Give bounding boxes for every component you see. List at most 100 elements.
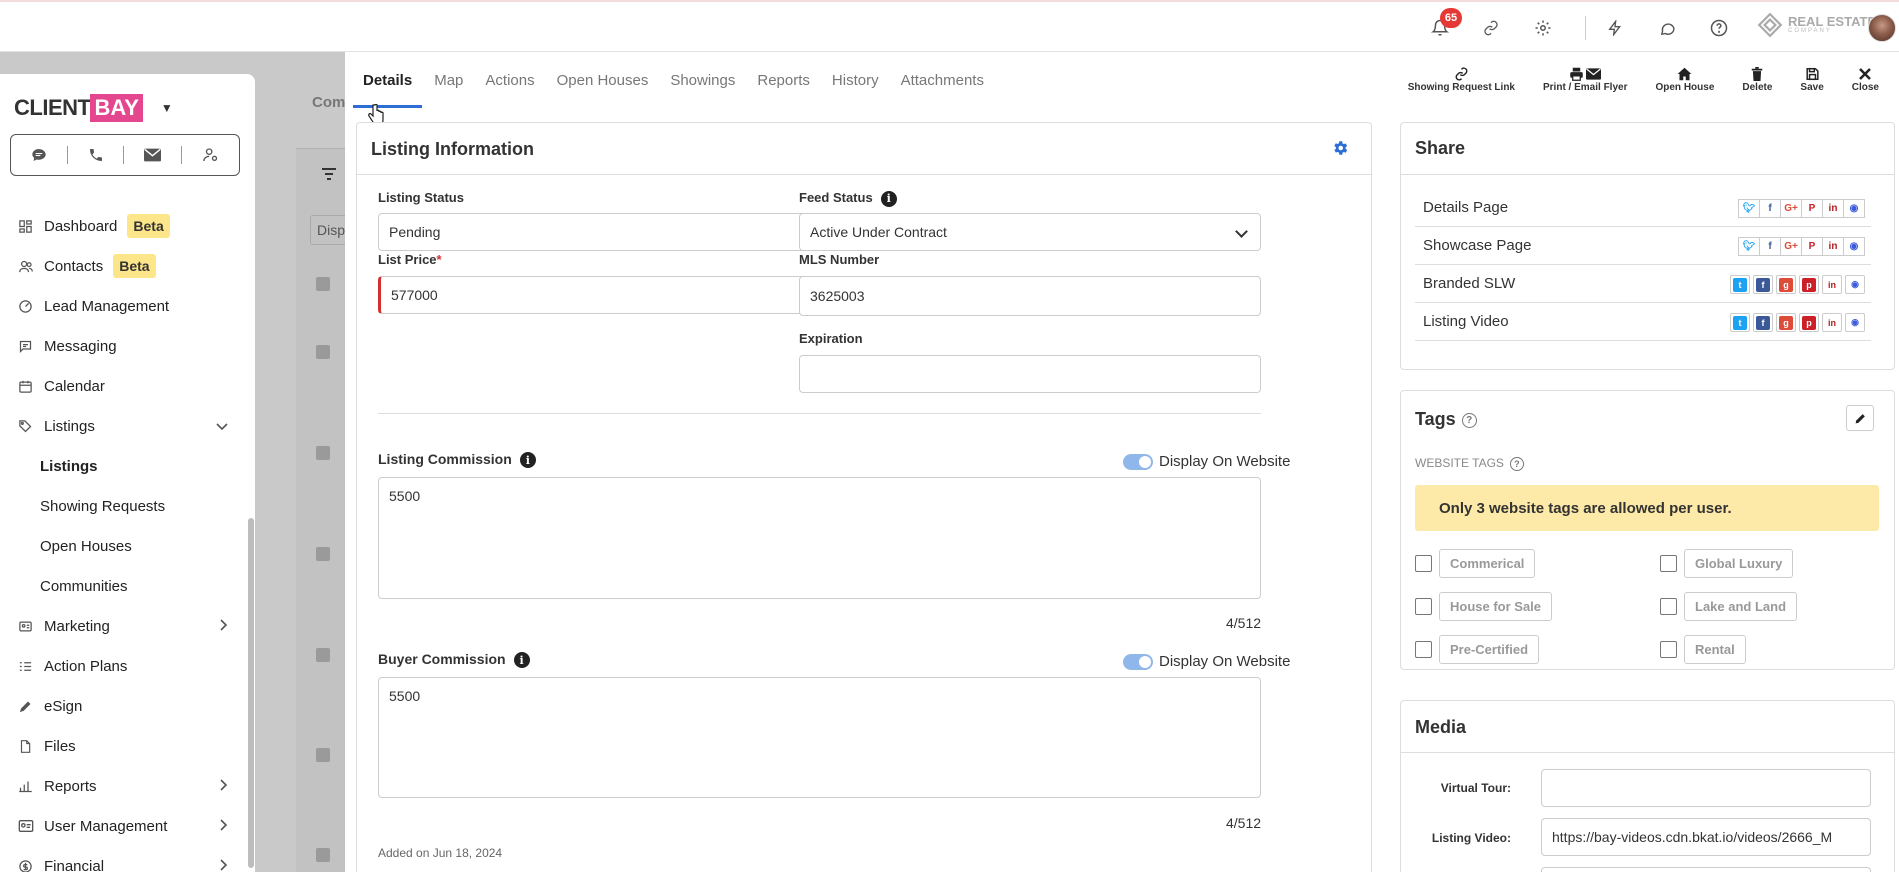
globe-icon[interactable]: ◉ (1843, 237, 1865, 256)
delete-button[interactable]: Delete (1742, 66, 1772, 93)
sidebar-item-contacts[interactable]: Contacts Beta (0, 246, 248, 286)
listing-commission-display-toggle[interactable] (1123, 454, 1153, 470)
globe-icon[interactable]: ◉ (1845, 313, 1865, 332)
info-icon[interactable]: i (880, 190, 897, 207)
linkedin-icon[interactable]: in (1822, 275, 1842, 294)
google-plus-icon[interactable]: G+ (1780, 199, 1802, 218)
listing-commission-textarea[interactable]: 5500 (378, 477, 1261, 599)
sidebar-item-calendar[interactable]: Calendar (0, 366, 248, 406)
twitter-icon[interactable]: 🐦︎ (1738, 237, 1760, 256)
tag-checkbox[interactable] (1660, 641, 1677, 658)
info-icon[interactable]: i (513, 652, 530, 669)
settings-gear-icon[interactable] (1331, 139, 1349, 160)
pinterest-icon[interactable]: p (1799, 275, 1819, 294)
sidebar-item-reports[interactable]: Reports (0, 766, 248, 806)
sidebar-item-files[interactable]: Files (0, 726, 248, 766)
pinterest-icon[interactable]: P (1801, 237, 1823, 256)
virtual-tour-input[interactable] (1541, 769, 1871, 807)
avatar[interactable] (1868, 14, 1896, 42)
tag-checkbox[interactable] (1660, 555, 1677, 572)
globe-icon[interactable]: ◉ (1843, 199, 1865, 218)
linkedin-icon[interactable]: in (1822, 237, 1844, 256)
caret-down-icon[interactable]: ▼ (161, 101, 173, 115)
expiration-input[interactable] (799, 355, 1261, 393)
tab-reports[interactable]: Reports (757, 52, 810, 108)
sidebar-item-open-houses[interactable]: Open Houses (0, 526, 248, 566)
twitter-icon[interactable]: t (1730, 275, 1750, 294)
sidebar-item-communities[interactable]: Communities (0, 566, 248, 606)
buyer-commission-display-toggle[interactable] (1123, 654, 1153, 670)
tab-showings[interactable]: Showings (670, 52, 735, 108)
sidebar-item-showing-requests[interactable]: Showing Requests (0, 486, 248, 526)
tab-details[interactable]: Details (352, 52, 423, 108)
buyer-commission-textarea[interactable]: 5500 (378, 677, 1261, 798)
tab-map[interactable]: Map (434, 52, 463, 108)
tag-checkbox[interactable] (1660, 598, 1677, 615)
gear-icon[interactable] (1531, 16, 1555, 40)
media-extra-input[interactable] (1541, 867, 1871, 872)
list-price-input[interactable]: 577000 (378, 276, 839, 314)
google-plus-icon[interactable]: g (1776, 275, 1796, 294)
save-button[interactable]: Save (1800, 66, 1824, 93)
sidebar-item-listings[interactable]: Listings (0, 406, 248, 446)
listing-status-select[interactable]: Pending (378, 213, 839, 251)
twitter-icon[interactable]: t (1730, 313, 1750, 332)
globe-icon[interactable]: ◉ (1845, 275, 1865, 294)
chevron-right-icon[interactable] (220, 818, 228, 835)
tab-attachments[interactable]: Attachments (901, 52, 984, 108)
mls-number-input[interactable]: 3625003 (799, 276, 1261, 316)
tab-open-houses[interactable]: Open Houses (557, 52, 649, 108)
chevron-right-icon[interactable] (220, 618, 228, 635)
tag-option[interactable]: Global Luxury (1660, 549, 1794, 578)
print-email-flyer-button[interactable]: Print / Email Flyer (1543, 66, 1627, 93)
google-plus-icon[interactable]: g (1776, 313, 1796, 332)
sidebar-item-financial[interactable]: Financial (0, 846, 248, 872)
chevron-right-icon[interactable] (220, 858, 228, 872)
chat-bubble-icon[interactable] (31, 147, 47, 163)
link-icon[interactable] (1479, 16, 1503, 40)
user-settings-icon[interactable] (202, 147, 219, 163)
tab-history[interactable]: History (832, 52, 879, 108)
tag-checkbox[interactable] (1415, 641, 1432, 658)
tag-option[interactable]: Pre-Certified (1415, 635, 1540, 664)
chevron-right-icon[interactable] (220, 778, 228, 795)
sidebar-item-messaging[interactable]: Messaging (0, 326, 248, 366)
tag-option[interactable]: Rental (1660, 635, 1746, 664)
tag-option[interactable]: House for Sale (1415, 592, 1553, 621)
listing-video-input[interactable]: https://bay-videos.cdn.bkat.io/videos/26… (1541, 818, 1871, 856)
sidebar-item-listings-sub[interactable]: Listings (0, 446, 248, 486)
lightning-icon[interactable] (1603, 16, 1627, 40)
sidebar-item-marketing[interactable]: Marketing (0, 606, 248, 646)
sidebar-item-user-management[interactable]: User Management (0, 806, 248, 846)
phone-icon[interactable] (88, 147, 104, 163)
feed-status-select[interactable]: Active Under Contract (799, 213, 1261, 251)
info-icon[interactable]: i (519, 452, 536, 469)
tag-checkbox[interactable] (1415, 555, 1432, 572)
linkedin-icon[interactable]: in (1822, 313, 1842, 332)
help-icon[interactable] (1707, 16, 1731, 40)
facebook-icon[interactable]: f (1753, 313, 1773, 332)
sidebar-item-action-plans[interactable]: Action Plans (0, 646, 248, 686)
facebook-icon[interactable]: f (1759, 237, 1781, 256)
tab-actions[interactable]: Actions (485, 52, 534, 108)
sidebar-item-dashboard[interactable]: Dashboard Beta (0, 206, 248, 246)
tag-option[interactable]: Lake and Land (1660, 592, 1798, 621)
sidebar-scrollbar[interactable] (248, 518, 254, 868)
help-icon[interactable]: ? (1461, 412, 1477, 428)
help-icon[interactable]: ? (1509, 456, 1524, 471)
envelope-icon[interactable] (144, 148, 162, 162)
sidebar-item-esign[interactable]: eSign (0, 686, 248, 726)
tag-option[interactable]: Commerical (1415, 549, 1536, 578)
sidebar-item-lead-management[interactable]: Lead Management (0, 286, 248, 326)
pinterest-icon[interactable]: P (1801, 199, 1823, 218)
tag-checkbox[interactable] (1415, 598, 1432, 615)
pinterest-icon[interactable]: p (1799, 313, 1819, 332)
google-plus-icon[interactable]: G+ (1780, 237, 1802, 256)
linkedin-icon[interactable]: in (1822, 199, 1844, 218)
chat-icon[interactable] (1655, 16, 1679, 40)
close-button[interactable]: Close (1852, 66, 1879, 93)
chevron-down-icon[interactable] (216, 418, 228, 435)
edit-tags-button[interactable] (1846, 405, 1874, 431)
clientbay-logo[interactable]: CLIENT BAY ▼ (14, 94, 173, 122)
facebook-icon[interactable]: f (1753, 275, 1773, 294)
